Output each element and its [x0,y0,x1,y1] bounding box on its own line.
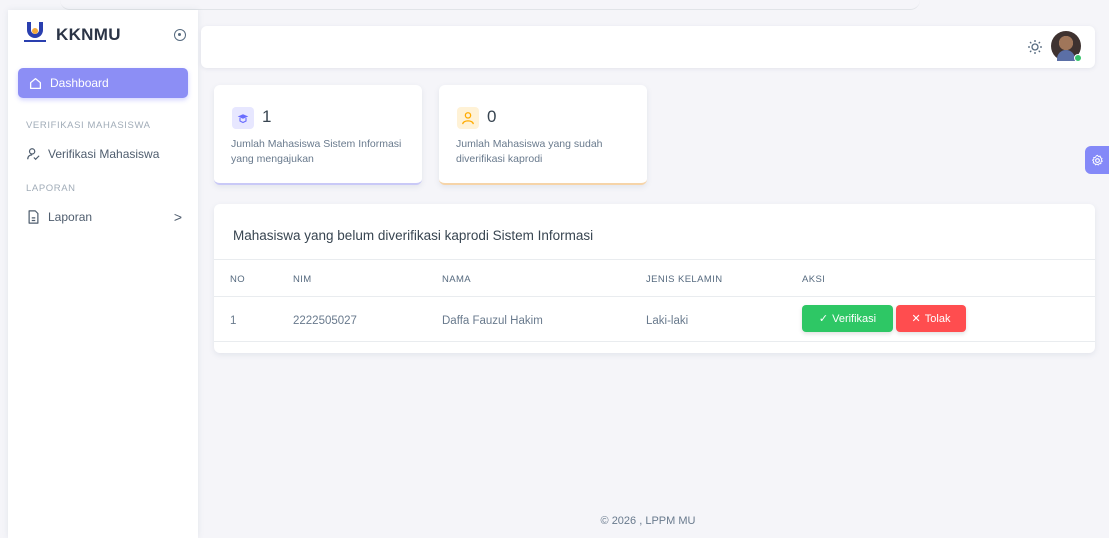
check-icon: ✓ [818,313,829,325]
sidebar-item-label: Laporan [48,210,93,224]
column-header-aksi: AKSI [802,274,826,285]
stat-label: Jumlah Mahasiswa Sistem Informasi yang m… [231,138,402,165]
close-icon: ✕ [911,313,921,325]
user-check-icon [26,147,40,161]
user-avatar[interactable] [1051,31,1082,62]
reject-button-label: Tolak [924,312,951,325]
menu-header-verifikasi: VERIFIKASI MAHASISWA [26,120,151,131]
brand[interactable]: KKNMU [8,10,198,60]
card-title: Mahasiswa yang belum diverifikasi kaprod… [233,228,594,243]
stat-value: 0 [487,107,497,126]
verify-button[interactable]: ✓ Verifikasi [802,305,893,332]
sidebar-item-verifikasi-mahasiswa[interactable]: Verifikasi Mahasiswa [8,139,198,169]
graduation-icon [232,107,254,129]
cell-nim: 2222505027 [293,315,357,327]
sidebar-item-label: Dashboard [50,76,109,90]
online-status-dot [1074,54,1082,62]
column-header-nama: NAMA [442,274,472,285]
theme-toggle-sun-icon[interactable] [1027,39,1043,55]
divider [214,341,1095,342]
cell-jenis-kelamin: Laki-laki [646,315,689,327]
sidebar-item-laporan[interactable]: Laporan > [8,202,198,232]
home-icon [28,76,42,90]
brand-logo [24,22,46,48]
stat-card-terverifikasi: 0 Jumlah Mahasiswa yang sudah diverifika… [439,85,647,185]
column-header-no: NO [230,274,246,285]
sidebar-item-dashboard[interactable]: Dashboard [18,68,188,98]
footer-copyright: © 2026 , LPPM MU [600,515,696,527]
divider [214,296,1095,297]
column-header-nim: NIM [293,274,312,285]
brand-name: KKNMU [56,25,121,44]
divider [214,259,1095,260]
menu-header-laporan: LAPORAN [26,183,76,194]
cell-nama: Daffa Fauzul Hakim [442,315,543,327]
pending-students-card: Mahasiswa yang belum diverifikasi kaprod… [214,204,1095,353]
column-header-jenis-kelamin: JENIS KELAMIN [646,274,723,285]
sidebar: KKNMU Dashboard VERIFIKASI MAHASISWA Ver… [8,10,198,538]
verify-button-label: Verifikasi [832,312,877,325]
collapse-menu-icon[interactable] [174,29,186,41]
file-icon [26,210,40,224]
browser-top-edge [60,0,920,10]
chevron-right-icon: > [173,209,182,225]
top-navbar [201,26,1095,68]
stat-card-pengajuan: 1 Jumlah Mahasiswa Sistem Informasi yang… [214,85,422,185]
settings-gear-button[interactable] [1085,146,1109,174]
stat-label: Jumlah Mahasiswa yang sudah diverifikasi… [456,138,603,165]
user-icon [457,107,479,129]
reject-button[interactable]: ✕ Tolak [896,305,966,332]
stat-value: 1 [262,107,272,126]
sidebar-item-label: Verifikasi Mahasiswa [48,147,160,161]
gear-icon [1091,154,1103,165]
cell-no: 1 [230,315,237,327]
